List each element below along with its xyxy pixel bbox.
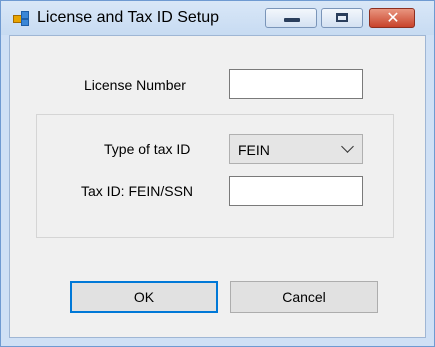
chevron-down-icon <box>341 140 354 153</box>
type-of-tax-id-label: Type of tax ID <box>104 141 191 157</box>
maximize-icon <box>336 13 348 22</box>
ok-button[interactable]: OK <box>70 281 218 313</box>
app-icon <box>13 11 29 26</box>
dialog-client-area: License Number Type of tax ID FEIN Tax I… <box>9 35 426 338</box>
title-bar[interactable]: License and Tax ID Setup ✕ <box>1 1 434 35</box>
dialog-window: License and Tax ID Setup ✕ License Numbe… <box>0 0 435 347</box>
tax-id-label: Tax ID: FEIN/SSN <box>81 183 194 199</box>
tax-id-type-value: FEIN <box>238 142 270 158</box>
tax-id-input[interactable] <box>229 176 363 206</box>
tax-id-type-select[interactable]: FEIN <box>229 134 363 164</box>
minimize-button[interactable] <box>265 8 317 28</box>
minimize-icon <box>284 18 300 22</box>
maximize-button[interactable] <box>321 8 363 28</box>
close-button[interactable]: ✕ <box>369 8 415 28</box>
cancel-button[interactable]: Cancel <box>230 281 378 313</box>
license-number-input[interactable] <box>229 69 363 99</box>
close-icon: ✕ <box>386 10 400 27</box>
window-title: License and Tax ID Setup <box>37 9 220 26</box>
license-number-label: License Number <box>84 77 186 93</box>
